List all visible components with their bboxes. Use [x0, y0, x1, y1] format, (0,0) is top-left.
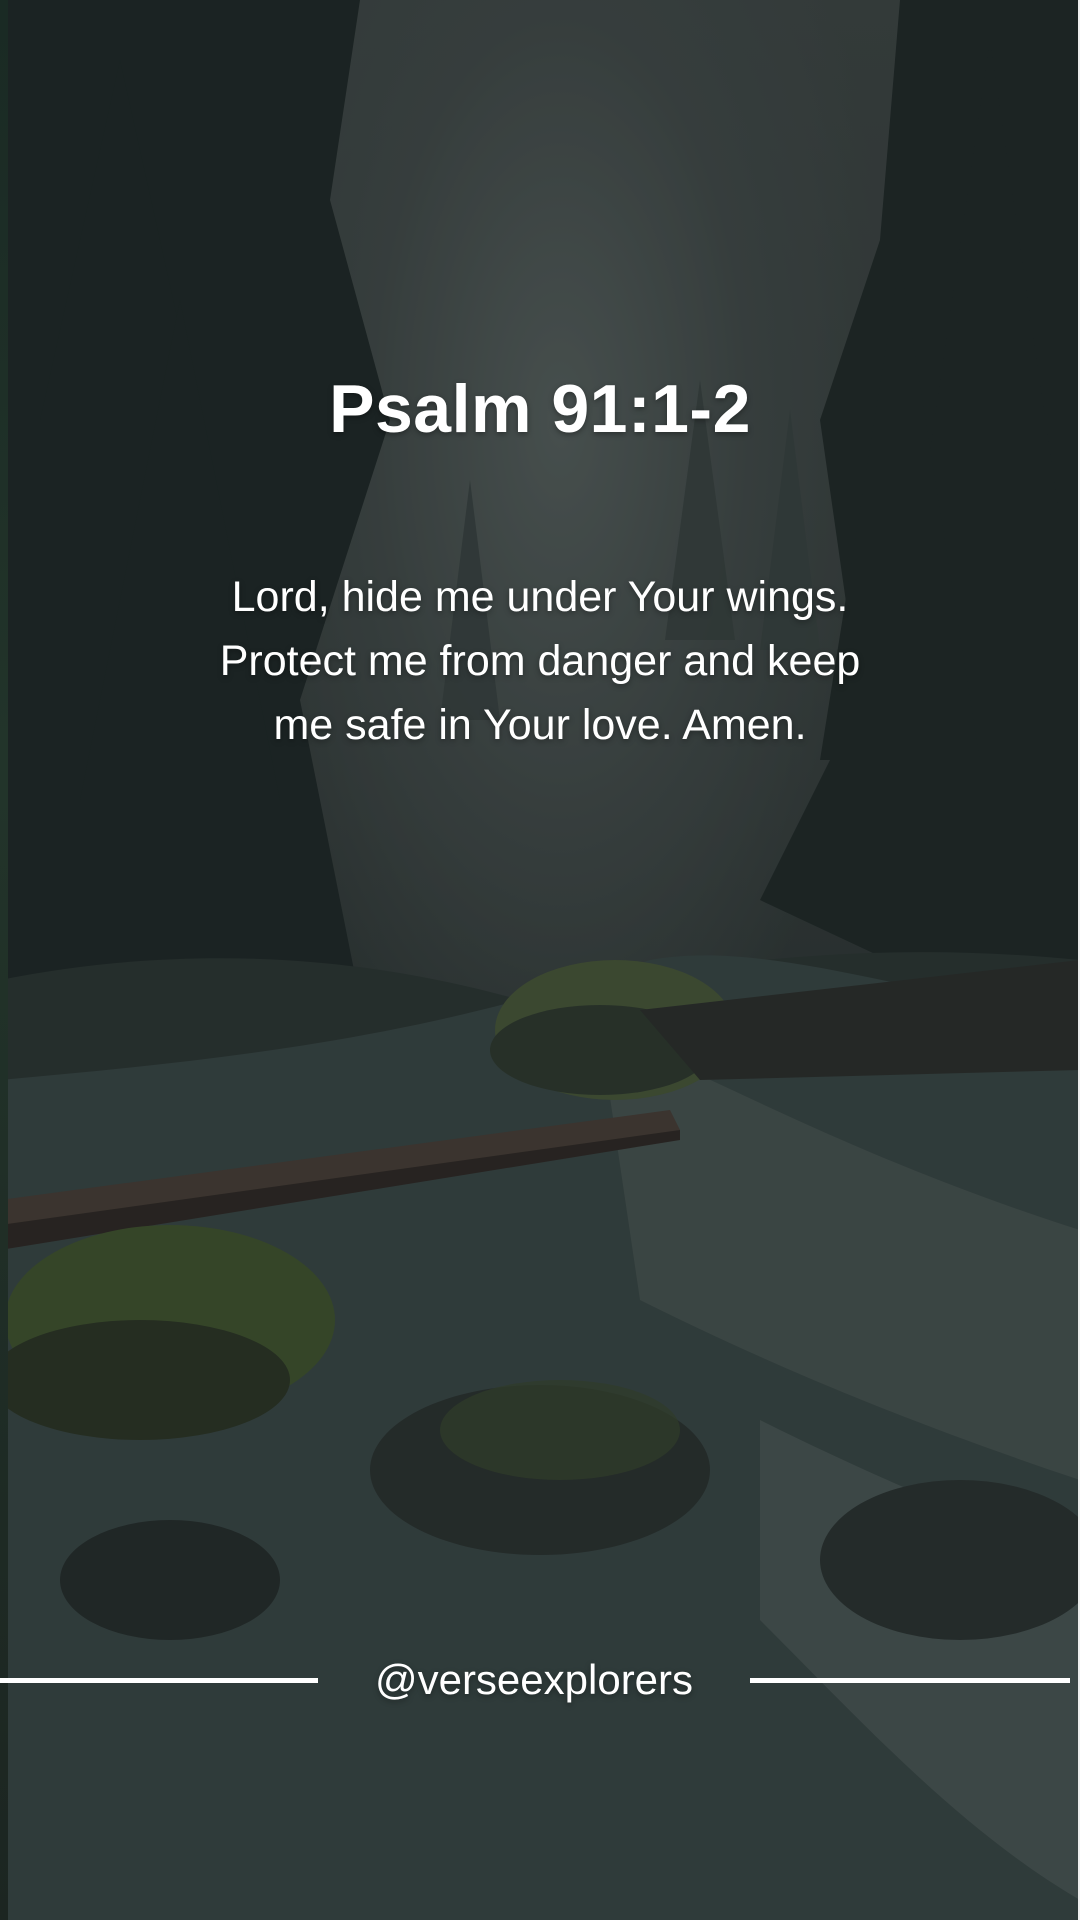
prayer-text: Lord, hide me under Your wings. Protect …	[219, 573, 861, 749]
dark-overlay	[0, 0, 1080, 1920]
verse-title: Psalm 91:1-2	[329, 371, 751, 447]
story-canvas: Psalm 91:1-2 Lord, hide me under Your wi…	[0, 0, 1080, 1920]
footer-line-left	[0, 1678, 318, 1683]
left-edge-strip	[0, 0, 8, 1920]
account-handle: @verseexplorers	[374, 1656, 694, 1703]
footer-line-right	[750, 1678, 1070, 1683]
footer-credit: @verseexplorers	[0, 1650, 1080, 1710]
